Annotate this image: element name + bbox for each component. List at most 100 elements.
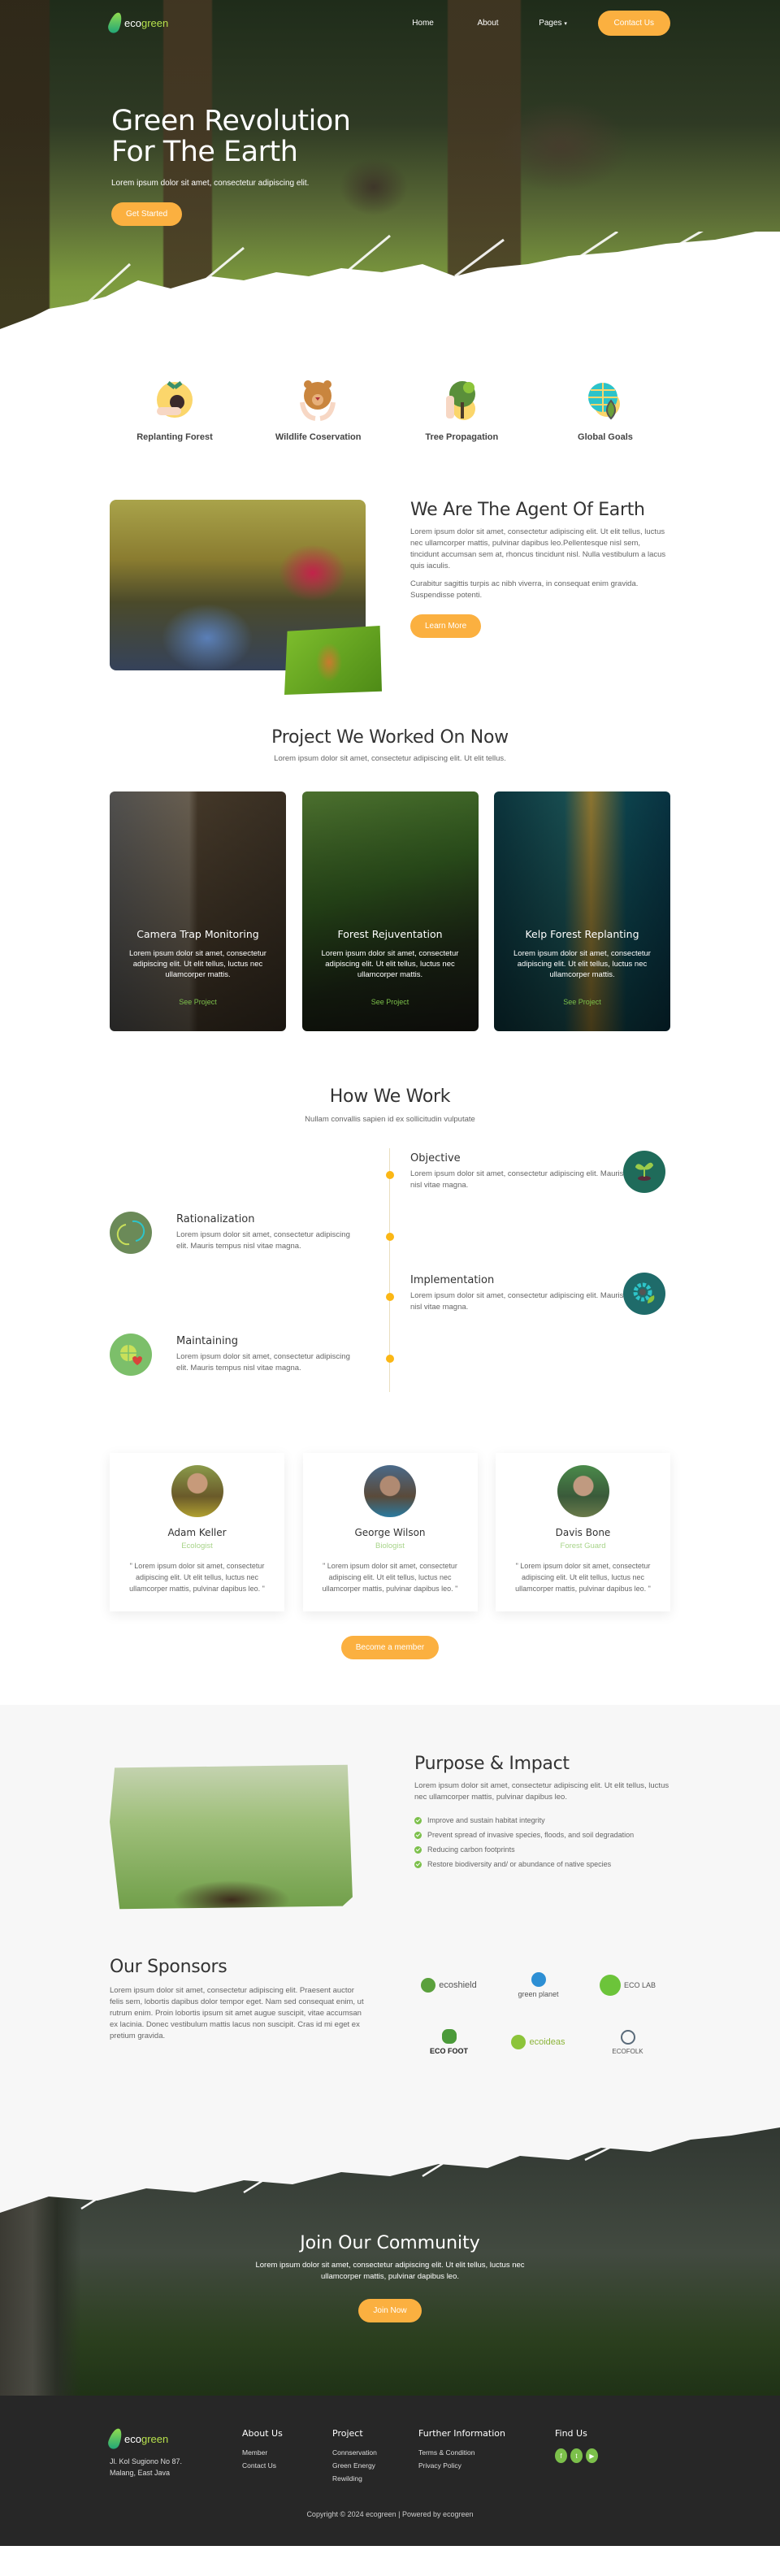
sprout-icon [623,1151,665,1193]
logo[interactable]: ecogreen [106,11,169,35]
globe-heart-icon [110,1334,152,1376]
flask-leaf-icon [599,1975,621,1996]
nav-home[interactable]: Home [391,19,456,28]
navbar: ecogreen Home About Pages ▾ Contact Us [106,8,670,37]
youtube-icon[interactable]: ▶ [586,2448,598,2463]
projects-title: Project We Worked On Now [271,727,509,748]
footprint-icon [441,2029,457,2044]
hero-subtitle: Lorem ipsum dolor sit amet, consectetur … [111,179,310,188]
see-project-link[interactable]: See Project [504,998,661,1006]
community-text: Lorem ipsum dolor sit amet, consectetur … [255,2261,525,2281]
footer-logo[interactable]: ecogreen [106,2426,242,2451]
community-section: Join Our Community Lorem ipsum dolor sit… [0,2111,780,2396]
seedling-hand-icon [153,378,197,423]
globe-tree-icon [531,1972,546,1987]
leaf-logo-icon [106,2426,125,2451]
footer-link-green-energy[interactable]: Green Energy [332,2461,418,2470]
footer-link-member[interactable]: Member [242,2448,332,2457]
purpose-item: Improve and sustain habitat integrity [414,1816,670,1824]
purpose-item: Reducing carbon footprints [414,1845,670,1854]
purpose-item: Restore biodiversity and/ or abundance o… [414,1860,670,1868]
step-implementation: Implementation Lorem ipsum dolor sit ame… [410,1273,665,1315]
hero-title-line2: For The Earth [111,136,298,168]
sponsor-logo-ecofolk[interactable]: ECOFOLK [585,2014,670,2071]
tree-icon [440,378,484,423]
team-card: Davis Bone Forest Guard " Lorem ipsum do… [496,1453,670,1611]
footer-link-conservation[interactable]: Connservation [332,2448,418,2457]
project-title: Kelp Forest Replanting [525,928,639,940]
project-title: Camera Trap Monitoring [136,928,259,940]
purpose-item: Prevent spread of invasive species, floo… [414,1831,670,1839]
step-text: Lorem ipsum dolor sit amet, consectetur … [176,1352,350,1373]
step-objective: Objective Lorem ipsum dolor sit amet, co… [410,1151,665,1193]
feature-global: Global Goals [540,378,670,475]
see-project-link[interactable]: See Project [312,998,469,1006]
sponsor-logo-green-planet[interactable]: green planet [496,1957,581,2014]
how-title: How We Work [329,1086,451,1107]
step-maintaining: Maintaining Lorem ipsum dolor sit amet, … [110,1334,353,1376]
agent-paragraph-1: Lorem ipsum dolor sit amet, consectetur … [410,527,666,570]
project-card[interactable]: Camera Trap Monitoring Lorem ipsum dolor… [110,791,286,1031]
brush-divider [0,232,780,353]
feature-wildlife: Wildlife Coservation [254,378,384,475]
project-text: Lorem ipsum dolor sit amet, consectetur … [321,949,459,979]
step-text: Lorem ipsum dolor sit amet, consectetur … [176,1230,350,1251]
footer-link-contact[interactable]: Contact Us [242,2461,332,2470]
become-member-button[interactable]: Become a member [340,1636,440,1659]
step-title: Objective [410,1152,461,1164]
nav-pages[interactable]: Pages ▾ [521,19,586,28]
footer-link-terms[interactable]: Terms & Condition [418,2448,555,2457]
purpose-section: Purpose & Impact Lorem ipsum dolor sit a… [0,1705,780,2111]
footer-col-title: Find Us [555,2428,587,2439]
member-name: Adam Keller [167,1527,227,1538]
step-text: Lorem ipsum dolor sit amet, consectetur … [410,1169,652,1190]
sponsor-logo-eco-lab[interactable]: ECO LAB [585,1957,670,2014]
twitter-icon[interactable]: t [570,2448,583,2463]
sponsor-logo-ecoideas[interactable]: ecoideas [496,2014,581,2071]
timeline-dot [386,1171,394,1179]
recycle-arrows-icon [110,1212,152,1254]
step-title: Implementation [410,1274,495,1286]
how-subtitle: Nullam convallis sapien id ex sollicitud… [305,1115,475,1124]
member-quote: " Lorem ipsum dolor sit amet, consectetu… [129,1562,265,1593]
logo-text-green: green [141,16,169,29]
projects-subtitle: Lorem ipsum dolor sit amet, consectetur … [274,754,506,763]
contact-us-button[interactable]: Contact Us [597,10,670,36]
features-section: Replanting Forest Wildlife Coservation T… [110,353,670,475]
globe-leaf-icon [583,378,627,423]
footer-link-rewilding[interactable]: Rewilding [332,2474,418,2483]
avatar [171,1465,223,1517]
team-card: Adam Keller Ecologist " Lorem ipsum dolo… [110,1453,284,1611]
see-project-link[interactable]: See Project [119,998,276,1006]
facebook-icon[interactable]: f [555,2448,567,2463]
logo-text-eco: eco [124,16,141,29]
learn-more-button[interactable]: Learn More [410,614,482,638]
sponsors-section: Our Sponsors Lorem ipsum dolor sit amet,… [110,1957,670,2111]
sponsor-logo-eco-foot[interactable]: ECO FOOT [406,2014,492,2071]
footer-col-find-us: Find Us f t ▶ [555,2428,598,2487]
sponsors-text: Lorem ipsum dolor sit amet, consectetur … [110,1986,364,2040]
footer-link-privacy[interactable]: Privacy Policy [418,2461,555,2470]
sponsor-logo-ecoshield[interactable]: ecoshield [406,1957,492,2014]
planting-seedling-image [110,1764,353,1910]
hero-section: ecogreen Home About Pages ▾ Contact Us G… [0,0,780,353]
get-started-button[interactable]: Get Started [111,202,183,226]
team-section: Adam Keller Ecologist " Lorem ipsum dolo… [110,1392,670,1705]
nav-about[interactable]: About [456,19,521,28]
chevron-down-icon: ▾ [564,20,567,27]
project-card[interactable]: Forest Rejuventation Lorem ipsum dolor s… [301,791,479,1031]
project-card[interactable]: Kelp Forest Replanting Lorem ipsum dolor… [494,791,670,1031]
agent-paragraph-2: Curabitur sagittis turpis ac nibh viverr… [410,579,639,600]
member-quote: " Lorem ipsum dolor sit amet, consectetu… [322,1562,458,1593]
project-text: Lorem ipsum dolor sit amet, consectetur … [129,949,266,979]
agent-section: We Are The Agent Of Earth Lorem ipsum do… [110,475,670,719]
timeline-dot [386,1293,394,1301]
sponsor-logos: ecoshield green planet ECO LAB ECO FOOT … [406,1957,670,2111]
footer-col-title: Project [332,2428,363,2439]
join-now-button[interactable]: Join Now [358,2299,422,2322]
footer-col-further: Further Information Terms & Condition Pr… [418,2428,555,2487]
member-name: George Wilson [354,1527,426,1538]
step-text: Lorem ipsum dolor sit amet, consectetur … [410,1291,652,1312]
member-role: Ecologist [181,1542,213,1550]
check-circle-icon [414,1845,422,1854]
